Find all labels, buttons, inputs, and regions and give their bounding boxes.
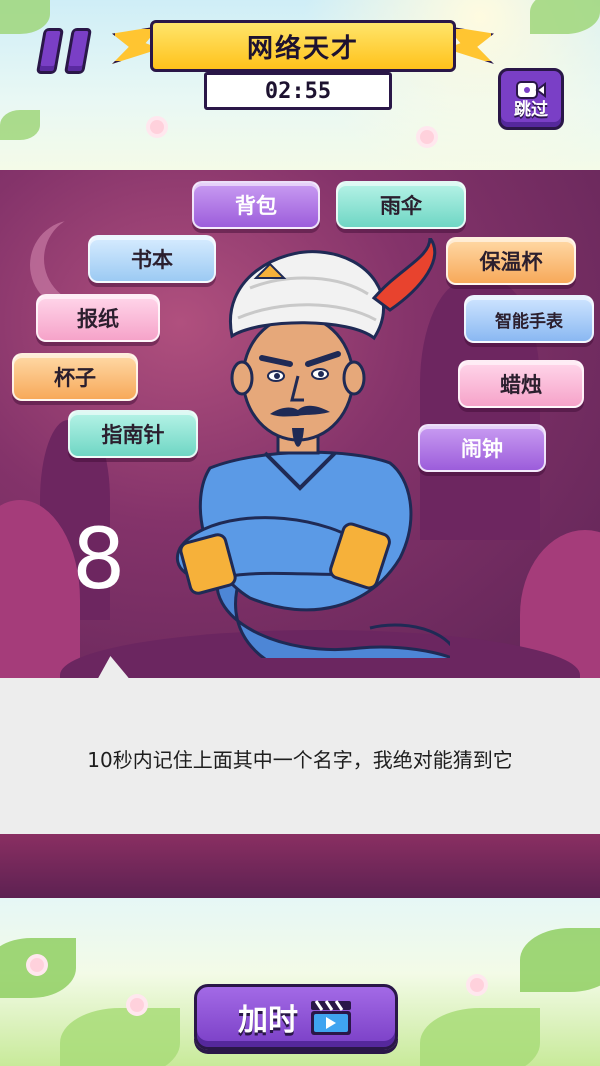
add-time-label: 加时 [238,1003,298,1038]
flower-decoration [420,130,434,144]
word-chip-smartwatch[interactable]: 智能手表 [464,295,594,343]
word-chip-umbrella[interactable]: 雨伞 [336,181,466,229]
pause-button[interactable] [35,28,96,74]
word-chip-newspaper[interactable]: 报纸 [36,294,160,342]
leaf-decoration [520,928,600,992]
prompt-text: 10秒内记住上面其中一个名字，我绝对能猜到它 [87,747,513,772]
game-title: 网络天才 [150,20,456,72]
leaf-decoration [0,110,40,140]
title-banner: 网络天才 [112,20,478,72]
add-time-button[interactable]: 加时 [194,984,398,1050]
flower-decoration [150,120,164,134]
flower-decoration [30,958,44,972]
leaf-decoration [420,1008,540,1066]
word-chip-thermos[interactable]: 保温杯 [446,237,576,285]
stage-bottom-strip [0,834,600,898]
word-chip-backpack[interactable]: 背包 [192,181,320,229]
video-camera-icon [516,80,546,100]
genie-character [176,238,450,658]
skip-button[interactable]: 跳过 [498,68,564,130]
word-chip-compass[interactable]: 指南针 [68,410,198,458]
pause-icon [35,28,65,74]
word-chip-candle[interactable]: 蜡烛 [458,360,584,408]
word-chip-alarm-clock[interactable]: 闹钟 [418,424,546,472]
word-chip-cup[interactable]: 杯子 [12,353,138,401]
flower-decoration [470,978,484,992]
flower-decoration [130,998,144,1012]
game-timer: 02:55 [204,72,392,110]
skip-label: 跳过 [514,99,548,120]
leaf-decoration [60,1008,180,1066]
game-stage: 背包 雨伞 书本 保温杯 报纸 智能手表 杯子 蜡烛 指南针 闹钟 8 [0,170,600,678]
speech-bubble: 10秒内记住上面其中一个名字，我绝对能猜到它 [0,678,600,834]
countdown-number: 8 [72,510,126,608]
video-clapper-icon [311,1000,351,1035]
word-chip-book[interactable]: 书本 [88,235,216,283]
leaf-decoration [530,0,600,34]
